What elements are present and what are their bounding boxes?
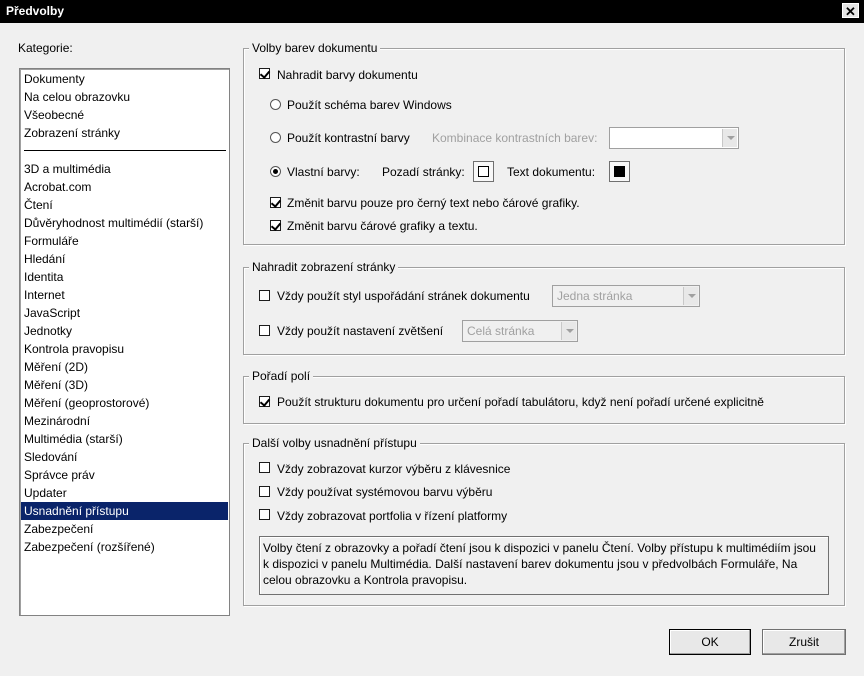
category-item[interactable]: Sledování	[21, 448, 228, 466]
change-line-art-checkbox[interactable]	[270, 220, 281, 231]
windows-scheme-radio[interactable]	[270, 99, 281, 110]
portfolio-checkbox[interactable]	[259, 509, 270, 520]
category-item[interactable]: Formuláře	[21, 232, 228, 250]
replace-colors-label: Nahradit barvy dokumentu	[277, 68, 418, 82]
keyboard-cursor-checkbox[interactable]	[259, 462, 270, 473]
category-item[interactable]: Jednotky	[21, 322, 228, 340]
chevron-down-icon	[722, 129, 737, 147]
contrast-combo-label: Kombinace kontrastních barev:	[432, 131, 598, 145]
category-item[interactable]: Acrobat.com	[21, 178, 228, 196]
change-line-art-label: Změnit barvu čárové grafiky a textu.	[287, 219, 478, 233]
categories-list[interactable]: Dokumenty Na celou obrazovku Všeobecné Zobr…	[19, 68, 230, 616]
page-layout-combo[interactable]: Jedna stránka	[552, 285, 700, 307]
page-bg-label: Pozadí stránky:	[382, 165, 465, 179]
windows-scheme-label: Použít schéma barev Windows	[287, 98, 452, 112]
system-color-label: Vždy používat systémovou barvu výběru	[277, 485, 493, 499]
page-bg-swatch[interactable]	[473, 161, 494, 182]
portfolio-label: Vždy zobrazovat portfolia v řízení platf…	[277, 509, 508, 523]
category-item[interactable]: Updater	[21, 484, 228, 502]
page-bg-color	[478, 166, 489, 177]
category-item[interactable]: Zobrazení stránky	[21, 124, 228, 142]
category-item[interactable]: Správce práv	[21, 466, 228, 484]
chevron-down-icon	[561, 322, 576, 340]
doc-text-label: Text dokumentu:	[507, 165, 596, 179]
zoom-label: Vždy použít nastavení zvětšení	[277, 324, 444, 338]
page-layout-checkbox[interactable]	[259, 290, 270, 301]
contrast-colors-radio[interactable]	[270, 132, 281, 143]
category-item[interactable]: Měření (geoprostorové)	[21, 394, 228, 412]
zoom-combo[interactable]: Celá stránka	[462, 320, 578, 342]
categories-label: Kategorie:	[18, 41, 73, 55]
category-item[interactable]: Multimédia (starší)	[21, 430, 228, 448]
doc-text-swatch[interactable]	[609, 161, 630, 182]
title-bar: Předvolby ✕	[0, 0, 864, 23]
custom-colors-radio[interactable]	[270, 166, 281, 177]
doc-text-color	[614, 166, 625, 177]
info-text: Volby čtení z obrazovky a pořadí čtení j…	[259, 536, 829, 595]
page-display-legend: Nahradit zobrazení stránky	[249, 260, 399, 274]
zoom-value: Celá stránka	[467, 324, 535, 338]
category-item[interactable]: Měření (3D)	[21, 376, 228, 394]
other-options-legend: Další volby usnadnění přístupu	[249, 436, 420, 450]
category-item[interactable]: Zabezpečení	[21, 520, 228, 538]
tab-order-checkbox[interactable]	[259, 396, 270, 407]
zoom-checkbox[interactable]	[259, 325, 270, 336]
system-color-checkbox[interactable]	[259, 486, 270, 497]
category-item[interactable]: Dokumenty	[21, 70, 228, 88]
category-item[interactable]: Všeobecné	[21, 106, 228, 124]
category-item[interactable]: Usnadnění přístupu	[21, 502, 228, 520]
tab-order-legend: Pořadí polí	[249, 369, 314, 383]
category-item[interactable]: Měření (2D)	[21, 358, 228, 376]
close-icon: ✕	[845, 4, 856, 19]
tab-order-label: Použít strukturu dokumentu pro určení po…	[277, 395, 764, 409]
contrast-colors-label: Použít kontrastní barvy	[287, 131, 410, 145]
category-item[interactable]: JavaScript	[21, 304, 228, 322]
category-item[interactable]: Na celou obrazovku	[21, 88, 228, 106]
category-item[interactable]: Čtení	[21, 196, 228, 214]
category-item[interactable]: Důvěryhodnost multimédií (starší)	[21, 214, 228, 232]
page-layout-value: Jedna stránka	[557, 289, 633, 303]
window-title: Předvolby	[6, 4, 65, 18]
only-black-text-checkbox[interactable]	[270, 197, 281, 208]
list-separator	[24, 150, 226, 151]
page-layout-label: Vždy použít styl uspořádání stránek doku…	[277, 289, 530, 303]
category-item[interactable]: Kontrola pravopisu	[21, 340, 228, 358]
category-item[interactable]: Hledání	[21, 250, 228, 268]
custom-colors-label: Vlastní barvy:	[287, 165, 360, 179]
chevron-down-icon	[683, 287, 698, 305]
close-button[interactable]: ✕	[842, 3, 859, 19]
category-item[interactable]: 3D a multimédia	[21, 160, 228, 178]
cancel-button[interactable]: Zrušit	[762, 629, 846, 655]
contrast-combo[interactable]	[609, 127, 739, 149]
category-item[interactable]: Zabezpečení (rozšířené)	[21, 538, 228, 556]
category-item[interactable]: Identita	[21, 268, 228, 286]
category-item[interactable]: Mezinárodní	[21, 412, 228, 430]
doc-colors-legend: Volby barev dokumentu	[249, 41, 381, 55]
category-item[interactable]: Internet	[21, 286, 228, 304]
ok-button[interactable]: OK	[669, 629, 751, 655]
only-black-text-label: Změnit barvu pouze pro černý text nebo č…	[287, 196, 580, 210]
replace-colors-checkbox[interactable]	[259, 68, 270, 79]
keyboard-cursor-label: Vždy zobrazovat kurzor výběru z klávesni…	[277, 462, 511, 476]
